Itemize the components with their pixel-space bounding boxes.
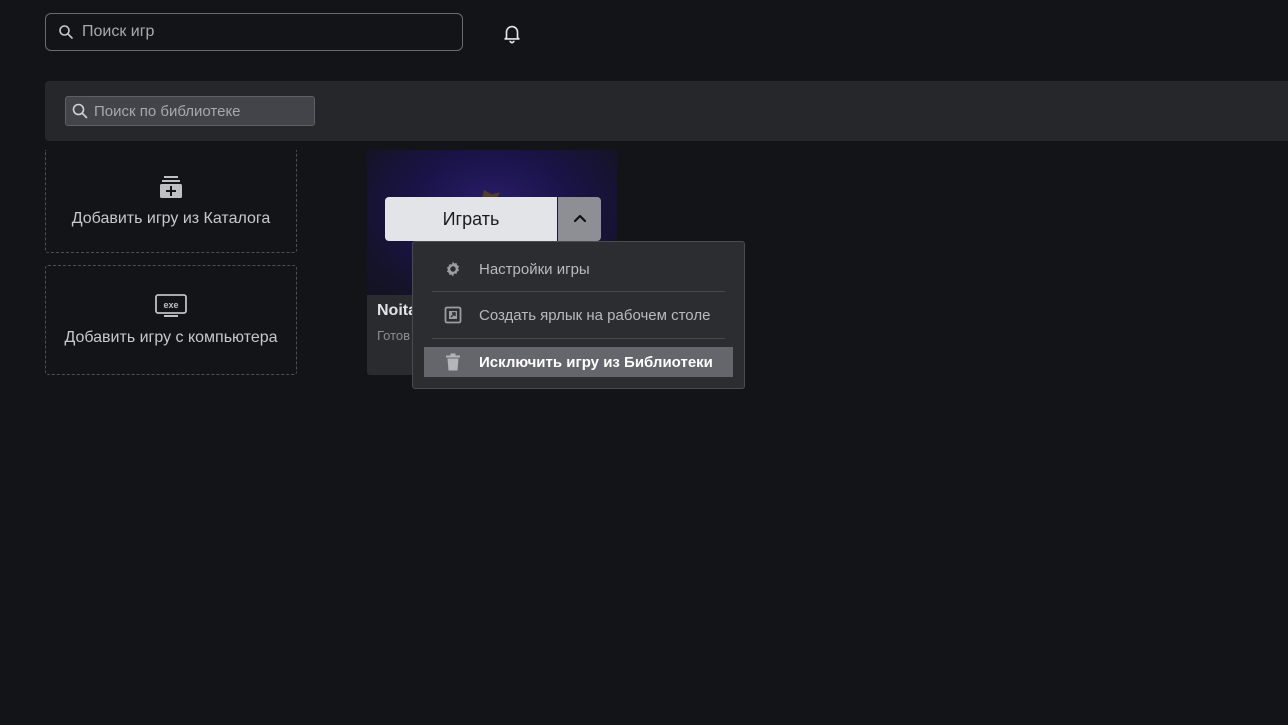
exe-icon-text: exe (163, 300, 178, 310)
add-from-catalog-label: Добавить игру из Каталога (71, 209, 271, 227)
game-options-toggle[interactable] (558, 197, 601, 241)
library-search-box[interactable] (65, 96, 315, 126)
menu-item-create-shortcut[interactable]: Создать ярлык на рабочем столе (424, 300, 733, 330)
bell-icon[interactable] (500, 21, 524, 45)
menu-item-remove-from-library[interactable]: Исключить игру из Библиотеки (424, 347, 733, 377)
search-icon (58, 24, 74, 40)
trash-icon (444, 353, 462, 371)
chevron-up-icon (573, 210, 587, 228)
menu-divider (432, 338, 725, 339)
menu-divider (432, 291, 725, 292)
gear-icon (444, 260, 462, 278)
game-status: Готов (377, 328, 411, 343)
menu-item-label: Исключить игру из Библиотеки (479, 353, 713, 371)
add-from-catalog-tile[interactable]: Добавить игру из Каталога (45, 150, 297, 253)
game-search-input[interactable] (82, 23, 442, 41)
add-from-computer-tile[interactable]: exe Добавить игру с компьютера (45, 265, 297, 375)
shortcut-icon (444, 306, 462, 324)
library-search-input[interactable] (94, 102, 304, 120)
menu-item-label: Настройки игры (479, 260, 590, 278)
game-search-box[interactable] (45, 13, 463, 51)
menu-item-game-settings[interactable]: Настройки игры (424, 254, 733, 284)
menu-item-label: Создать ярлык на рабочем столе (479, 306, 711, 324)
exe-icon: exe (155, 293, 187, 323)
add-library-icon (159, 175, 183, 204)
library-toolbar (45, 81, 1288, 141)
add-from-computer-label: Добавить игру с компьютера (64, 328, 278, 346)
play-button-group: Играть (385, 197, 601, 241)
play-button[interactable]: Играть (385, 197, 557, 241)
search-icon (72, 103, 88, 119)
game-options-menu: Настройки игры Создать ярлык на рабочем … (412, 241, 745, 389)
game-title: Noita (377, 302, 417, 319)
